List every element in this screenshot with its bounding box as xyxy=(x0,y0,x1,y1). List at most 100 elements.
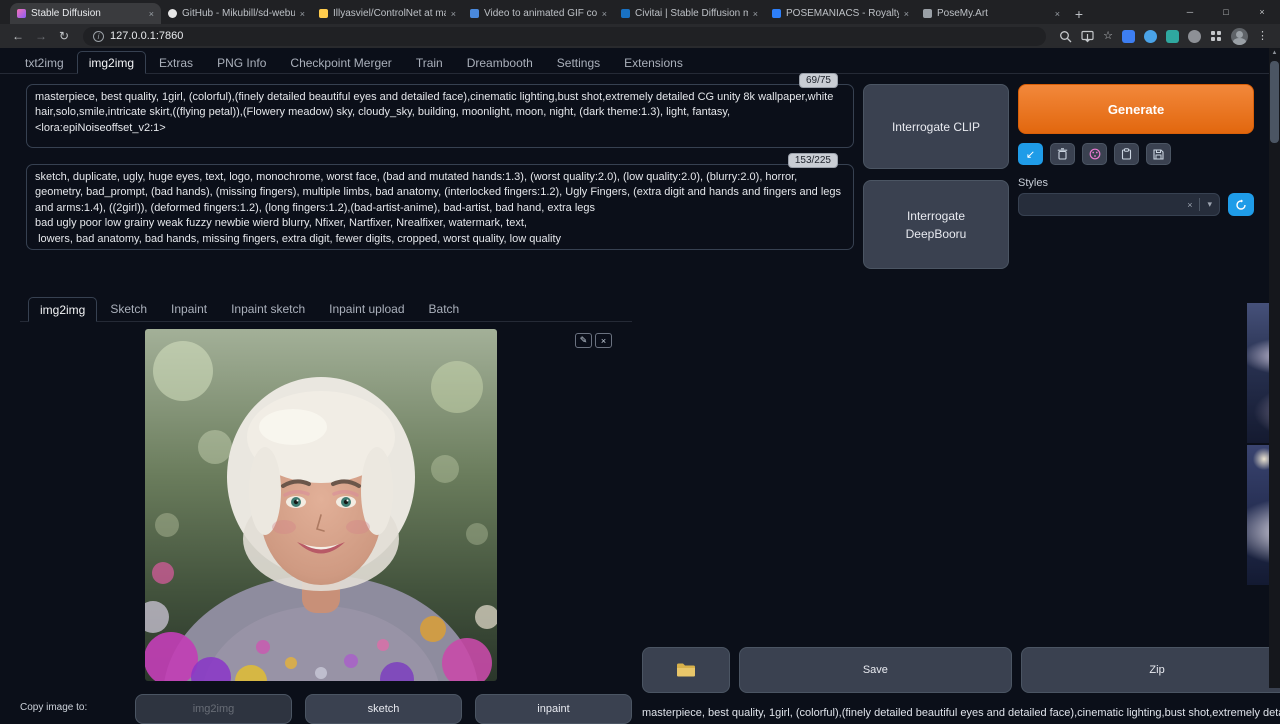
tab-close-icon[interactable]: × xyxy=(602,9,607,19)
window-maximize-button[interactable]: □ xyxy=(1208,0,1244,24)
clear-prompt-trash-icon[interactable] xyxy=(1050,143,1075,165)
extensions-grid-icon[interactable] xyxy=(1210,30,1222,42)
browser-chrome: Stable Diffusion × GitHub - Mikubill/sd-… xyxy=(0,0,1280,48)
styles-label: Styles xyxy=(1018,177,1254,189)
styles-dropdown[interactable]: × ▾ xyxy=(1018,193,1220,216)
tab-favicon xyxy=(772,9,781,18)
save-style-icon[interactable] xyxy=(1146,143,1171,165)
browser-tabstrip: Stable Diffusion × GitHub - Mikubill/sd-… xyxy=(0,0,1280,24)
tab-settings[interactable]: Settings xyxy=(546,52,611,73)
img2img-panel: img2img Sketch Inpaint Inpaint sketch In… xyxy=(20,297,632,724)
window-close-button[interactable]: × xyxy=(1244,0,1280,24)
browser-tab-controlnet[interactable]: Illyasviel/ControlNet at main × xyxy=(312,3,463,24)
prompt-tool-buttons: ↙ xyxy=(1018,143,1254,165)
extension-icon-2[interactable] xyxy=(1144,30,1157,43)
tab-title: Video to animated GIF converter xyxy=(484,8,597,19)
prompt-section: 69/75 masterpiece, best quality, 1girl, … xyxy=(0,74,1280,269)
window-minimize-button[interactable]: ─ xyxy=(1172,0,1208,24)
tab-title: Stable Diffusion xyxy=(31,8,144,19)
chevron-down-icon[interactable]: ▾ xyxy=(1207,199,1212,210)
subtab-inpaint-upload[interactable]: Inpaint upload xyxy=(318,297,415,321)
back-icon[interactable]: ← xyxy=(8,30,28,42)
address-bar[interactable]: i 127.0.0.1:7860 xyxy=(83,27,1046,46)
subtab-inpaint-sketch[interactable]: Inpaint sketch xyxy=(220,297,316,321)
tab-title: GitHub - Mikubill/sd-webui-con... xyxy=(182,8,295,19)
browser-menu-icon[interactable]: ⋮ xyxy=(1257,31,1268,42)
subtab-img2img[interactable]: img2img xyxy=(28,297,97,322)
source-image[interactable] xyxy=(145,329,497,681)
search-icon[interactable] xyxy=(1059,30,1072,43)
tab-extensions[interactable]: Extensions xyxy=(613,52,694,73)
tab-png-info[interactable]: PNG Info xyxy=(206,52,277,73)
new-tab-button[interactable]: + xyxy=(1067,3,1091,24)
interrogate-clip-button[interactable]: Interrogate CLIP xyxy=(863,84,1009,169)
prompt-input[interactable]: masterpiece, best quality, 1girl, (color… xyxy=(26,84,854,148)
forward-icon[interactable]: → xyxy=(31,30,51,42)
tab-close-icon[interactable]: × xyxy=(149,9,154,19)
refresh-styles-button[interactable] xyxy=(1228,193,1254,216)
open-folder-button[interactable] xyxy=(642,647,730,693)
tab-dreambooth[interactable]: Dreambooth xyxy=(456,52,544,73)
tab-train[interactable]: Train xyxy=(405,52,454,73)
browser-tab-gif-converter[interactable]: Video to animated GIF converter × xyxy=(463,3,614,24)
copy-to-img2img-button[interactable]: img2img xyxy=(135,694,292,724)
tab-favicon xyxy=(621,9,630,18)
scrollbar-thumb[interactable] xyxy=(1270,61,1279,143)
folder-icon xyxy=(676,662,696,678)
page-scrollbar[interactable]: ▲ xyxy=(1269,48,1280,688)
subtab-batch[interactable]: Batch xyxy=(418,297,471,321)
gallery-preview: × xyxy=(642,297,1280,587)
copy-to-sketch-button[interactable]: sketch xyxy=(305,694,462,724)
extra-networks-palette-icon[interactable] xyxy=(1082,143,1107,165)
apply-style-clipboard-icon[interactable] xyxy=(1114,143,1139,165)
toolbar-icons: ☆ ⋮ xyxy=(1059,28,1268,45)
profile-avatar[interactable] xyxy=(1231,28,1248,45)
tab-title: PoseMy.Art xyxy=(937,8,1050,19)
results-panel: × Save Zip Send to img2img Send to inpa xyxy=(642,297,1280,724)
browser-toolbar: ← → ↻ i 127.0.0.1:7860 ☆ ⋮ xyxy=(0,24,1280,48)
tab-close-icon[interactable]: × xyxy=(753,9,758,19)
tab-extras[interactable]: Extras xyxy=(148,52,204,73)
tab-txt2img[interactable]: txt2img xyxy=(14,52,75,73)
paste-params-icon[interactable]: ↙ xyxy=(1018,143,1043,165)
extension-icon-3[interactable] xyxy=(1166,30,1179,43)
reload-icon[interactable]: ↻ xyxy=(54,30,74,42)
interrogate-deepbooru-button[interactable]: Interrogate DeepBooru xyxy=(863,180,1009,269)
tab-favicon xyxy=(17,9,26,18)
site-info-icon[interactable]: i xyxy=(93,31,104,42)
save-button[interactable]: Save xyxy=(739,647,1012,693)
remove-image-icon[interactable]: × xyxy=(595,333,612,348)
browser-tab-posemaniacs[interactable]: POSEMANIACS - Royalty free 3... × xyxy=(765,3,916,24)
browser-tab-posemyart[interactable]: PoseMy.Art × xyxy=(916,3,1067,24)
generation-info-text: masterpiece, best quality, 1girl, (color… xyxy=(642,706,1280,721)
browser-tab-github[interactable]: GitHub - Mikubill/sd-webui-con... × xyxy=(161,3,312,24)
edit-image-icon[interactable]: ✎ xyxy=(575,333,592,348)
zip-button[interactable]: Zip xyxy=(1021,647,1280,693)
prompt-token-counter: 69/75 xyxy=(799,73,838,88)
tab-favicon xyxy=(470,9,479,18)
extension-icon-4[interactable] xyxy=(1188,30,1201,43)
gallery-thumbnails xyxy=(642,600,1280,627)
tab-close-icon[interactable]: × xyxy=(904,9,909,19)
browser-tab-stable-diffusion[interactable]: Stable Diffusion × xyxy=(10,3,161,24)
copy-to-inpaint-button[interactable]: inpaint xyxy=(475,694,632,724)
install-app-icon[interactable] xyxy=(1081,30,1094,43)
subtab-inpaint[interactable]: Inpaint xyxy=(160,297,218,321)
negative-prompt-input[interactable]: sketch, duplicate, ugly, huge eyes, text… xyxy=(26,164,854,250)
tab-checkpoint-merger[interactable]: Checkpoint Merger xyxy=(279,52,402,73)
extension-icon-1[interactable] xyxy=(1122,30,1135,43)
copy-image-row: Copy image to: img2img sketch inpaint xyxy=(20,694,632,724)
bookmark-star-icon[interactable]: ☆ xyxy=(1103,31,1113,42)
gallery-actions: Save Zip Send to img2img Send to inpaint… xyxy=(642,647,1280,693)
tab-close-icon[interactable]: × xyxy=(300,9,305,19)
generate-button[interactable]: Generate xyxy=(1018,84,1254,134)
tab-favicon xyxy=(319,9,328,18)
tab-img2img[interactable]: img2img xyxy=(77,51,146,74)
tab-close-icon[interactable]: × xyxy=(451,9,456,19)
tab-close-icon[interactable]: × xyxy=(1055,9,1060,19)
dropdown-divider xyxy=(1199,198,1200,211)
styles-clear-icon[interactable]: × xyxy=(1187,200,1192,210)
scrollbar-up-icon[interactable]: ▲ xyxy=(1269,48,1280,59)
subtab-sketch[interactable]: Sketch xyxy=(99,297,158,321)
browser-tab-civitai[interactable]: Civitai | Stable Diffusion model... × xyxy=(614,3,765,24)
